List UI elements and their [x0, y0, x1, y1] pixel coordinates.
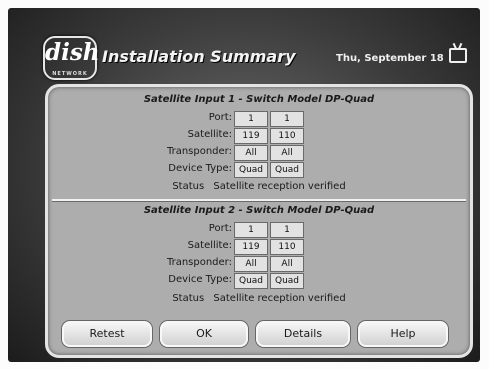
details-button[interactable]: Details: [256, 321, 350, 347]
summary-panel: Satellite Input 1 - Switch Model DP-Quad…: [45, 84, 473, 358]
date-display: Thu, September 18: [336, 53, 444, 64]
section-divider: [52, 199, 466, 202]
dish-network-logo: dish NETWORK: [43, 36, 100, 80]
input-2-satellite-a[interactable]: 119: [234, 239, 268, 255]
input-1-satellite-a[interactable]: 119: [234, 128, 268, 144]
retest-button[interactable]: Retest: [62, 321, 152, 347]
transponder-label: Transponder:: [166, 146, 232, 157]
device-type-label: Device Type:: [168, 163, 232, 174]
input-2-port-b[interactable]: 1: [270, 222, 304, 238]
port-label: Port:: [208, 112, 232, 123]
input-2-status-text: Satellite reception verified: [213, 293, 346, 304]
input-2-device-type-b[interactable]: Quad: [270, 273, 304, 289]
help-button[interactable]: Help: [358, 321, 448, 347]
input-2-satellite-row: Satellite: 119 110: [48, 239, 470, 255]
input-1-port-b[interactable]: 1: [270, 111, 304, 127]
input-2-port-row: Port: 1 1: [48, 222, 470, 238]
input-1-transponder-a[interactable]: All: [234, 145, 268, 161]
input-2-transponder-row: Transponder: All All: [48, 256, 470, 272]
logo-text: dish: [45, 39, 100, 66]
status-label: Status: [172, 293, 205, 304]
input-2-satellite-b[interactable]: 110: [270, 239, 304, 255]
ok-button[interactable]: OK: [160, 321, 248, 347]
tv-screen: dish NETWORK Installation Summary Thu, S…: [8, 8, 480, 362]
input-2-transponder-a[interactable]: All: [234, 256, 268, 272]
input-2-device-type-a[interactable]: Quad: [234, 273, 268, 289]
satellite-label: Satellite:: [187, 129, 232, 140]
logo-subtext: NETWORK: [52, 71, 88, 77]
input-1-satellite-b[interactable]: 110: [270, 128, 304, 144]
input-1-port-row: Port: 1 1: [48, 111, 470, 127]
input-1-device-type-b[interactable]: Quad: [270, 162, 304, 178]
input-2-title: Satellite Input 2 - Switch Model DP-Quad: [143, 205, 375, 216]
satellite-label: Satellite:: [187, 240, 232, 251]
input-2-port-a[interactable]: 1: [234, 222, 268, 238]
input-2-device-type-row: Device Type: Quad Quad: [48, 273, 470, 289]
input-1-device-type-a[interactable]: Quad: [234, 162, 268, 178]
input-2-transponder-b[interactable]: All: [270, 256, 304, 272]
input-2-status: Status Satellite reception verified: [48, 293, 470, 304]
input-1-satellite-row: Satellite: 119 110: [48, 128, 470, 144]
tv-icon: [449, 48, 467, 63]
status-label: Status: [172, 181, 205, 192]
input-1-title: Satellite Input 1 - Switch Model DP-Quad: [143, 94, 375, 105]
device-type-label: Device Type:: [168, 274, 232, 285]
transponder-label: Transponder:: [166, 257, 232, 268]
input-1-device-type-row: Device Type: Quad Quad: [48, 162, 470, 178]
input-1-status-text: Satellite reception verified: [213, 181, 346, 192]
input-1-status: Status Satellite reception verified: [48, 181, 470, 192]
port-label: Port:: [208, 223, 232, 234]
input-1-transponder-row: Transponder: All All: [48, 145, 470, 161]
input-1-port-a[interactable]: 1: [234, 111, 268, 127]
page-title: Installation Summary: [102, 47, 296, 66]
input-1-transponder-b[interactable]: All: [270, 145, 304, 161]
